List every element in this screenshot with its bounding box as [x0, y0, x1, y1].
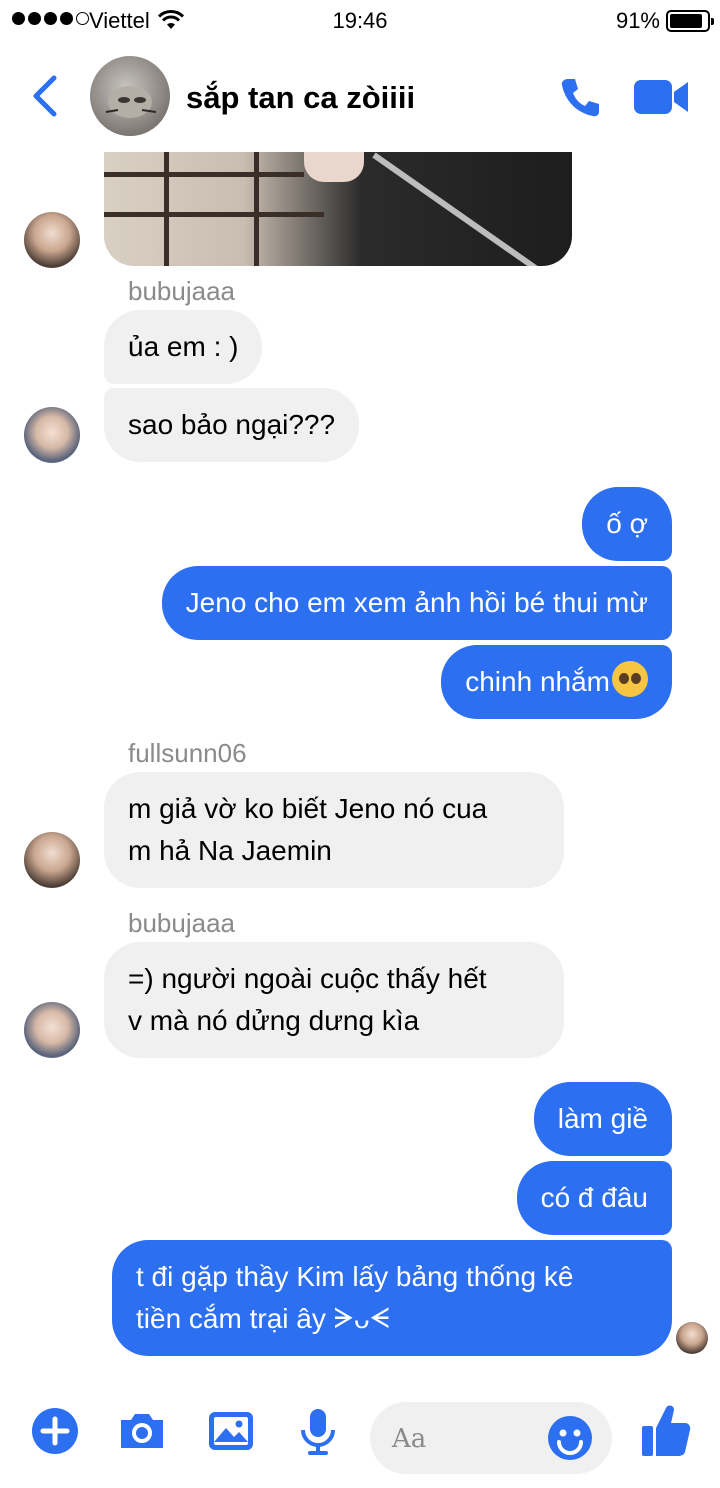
message-bubble[interactable]: sao bảo ngại???	[104, 388, 360, 462]
message-bubble[interactable]: làm giề	[533, 1082, 672, 1156]
shared-photo[interactable]	[104, 152, 572, 266]
camera-icon[interactable]	[117, 1406, 167, 1456]
message-line: m hả Na Jaemin	[128, 835, 332, 866]
message-line: tiền cắm trại ây ᗒᴗᗕ	[136, 1303, 390, 1334]
sender-name: fullsunn06	[128, 738, 247, 768]
video-icon[interactable]	[634, 78, 690, 116]
message-line: =) người ngoài cuộc thấy hết	[128, 963, 487, 994]
message-bubble[interactable]: ố ợ	[582, 487, 672, 561]
message-list[interactable]: bubujaaa ủa em : ) sao bảo ngại??? ố ợ J…	[0, 152, 720, 1388]
message-bubble[interactable]: t đi gặp thầy Kim lấy bảng thống kê tiền…	[112, 1240, 672, 1356]
chat-title[interactable]: sắp tan ca zòiiii	[186, 80, 415, 116]
status-bar: Viettel 19:46 91%	[0, 0, 720, 44]
emoji-icon[interactable]	[546, 1414, 594, 1462]
message-input-placeholder: Aa	[392, 1424, 427, 1454]
seen-avatar	[676, 1322, 708, 1354]
message-line: m giả vờ ko biết Jeno nó cua	[128, 793, 488, 824]
plus-icon[interactable]	[30, 1406, 80, 1456]
back-icon[interactable]	[28, 74, 62, 118]
chat-header: sắp tan ca zòiiii	[0, 44, 720, 152]
composer-bar: Aa	[0, 1388, 720, 1488]
clock: 19:46	[332, 8, 388, 33]
message-bubble[interactable]: =) người ngoài cuộc thấy hết v mà nó dửn…	[104, 942, 564, 1058]
message-bubble[interactable]: Jeno cho em xem ảnh hồi bé thui mừ	[161, 566, 672, 640]
battery-icon	[666, 10, 714, 32]
sender-name: bubujaaa	[128, 908, 235, 938]
battery-percent: 91%	[615, 8, 660, 33]
sender-name: bubujaaa	[128, 276, 235, 306]
message-bubble[interactable]: ủa em : )	[104, 310, 263, 384]
like-icon[interactable]	[640, 1402, 692, 1458]
message-input[interactable]: Aa	[370, 1402, 612, 1474]
pleading-face-emoji-icon	[612, 661, 648, 697]
avatar[interactable]	[24, 212, 80, 268]
message-line: t đi gặp thầy Kim lấy bảng thống kê	[136, 1261, 574, 1292]
avatar[interactable]	[24, 1002, 80, 1058]
avatar[interactable]	[24, 407, 80, 463]
message-bubble[interactable]: có đ đâu	[516, 1161, 672, 1235]
message-bubble[interactable]: m giả vờ ko biết Jeno nó cua m hả Na Jae…	[104, 772, 564, 888]
message-text: chinh nhắm	[465, 666, 610, 697]
message-line: v mà nó dửng dưng kìa	[128, 1005, 420, 1036]
phone-icon[interactable]	[560, 76, 602, 118]
mic-icon[interactable]	[293, 1406, 343, 1456]
message-bubble[interactable]: chinh nhắm	[441, 645, 672, 719]
avatar[interactable]	[24, 832, 80, 888]
image-icon[interactable]	[206, 1406, 256, 1456]
group-avatar[interactable]	[90, 56, 170, 136]
